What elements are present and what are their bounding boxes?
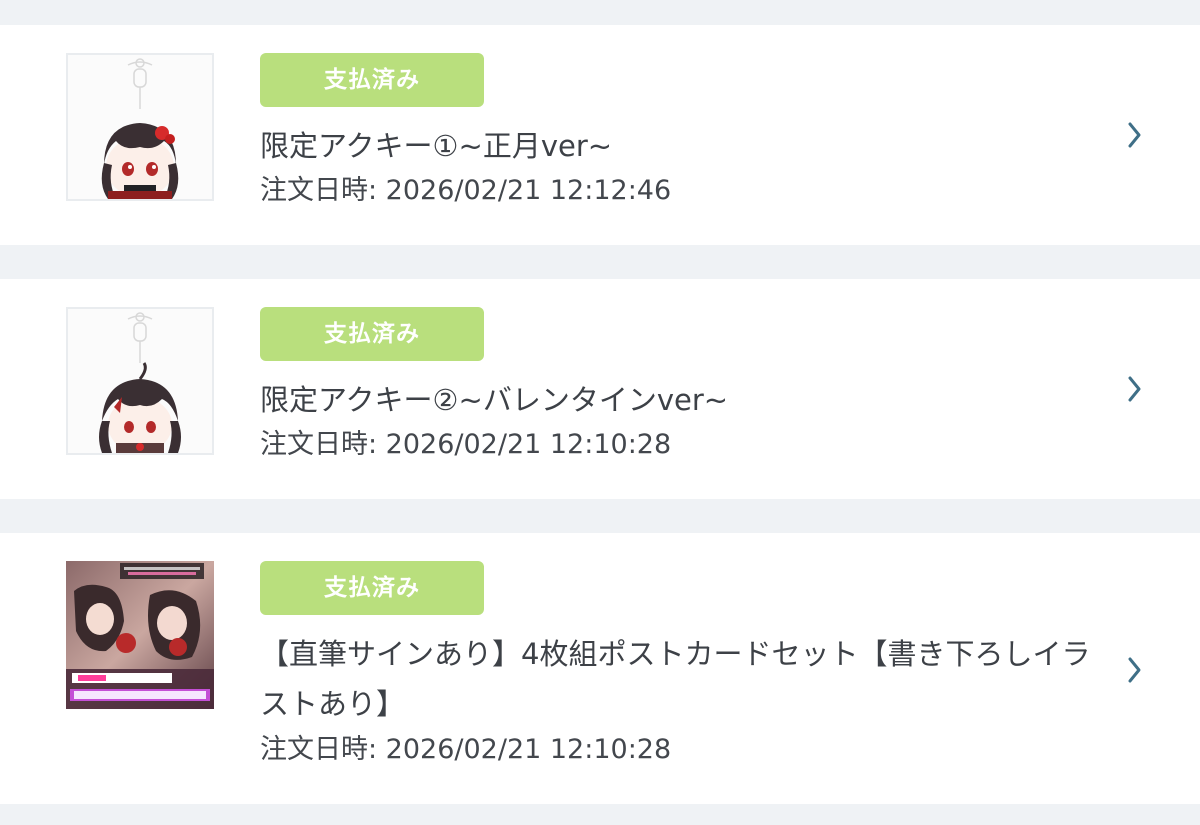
product-thumbnail bbox=[66, 561, 214, 709]
product-thumbnail bbox=[66, 307, 214, 455]
order-item[interactable]: 支払済み 【直筆サインあり】4枚組ポストカードセット【書き下ろしイラストあり】 … bbox=[0, 533, 1200, 804]
status-badge: 支払済み bbox=[260, 561, 484, 615]
status-badge: 支払済み bbox=[260, 307, 484, 361]
order-date: 注文日時: 2026/02/21 12:12:46 bbox=[260, 175, 672, 206]
order-date: 注文日時: 2026/02/21 12:10:28 bbox=[260, 429, 672, 460]
chevron-right-icon bbox=[1128, 657, 1141, 683]
chevron-right-icon bbox=[1128, 122, 1141, 148]
product-title: 限定アクキー②~バレンタインver~ bbox=[260, 383, 729, 417]
order-item[interactable]: 支払済み 限定アクキー②~バレンタインver~ 注文日時: 2026/02/21… bbox=[0, 279, 1200, 499]
status-badge: 支払済み bbox=[260, 53, 484, 107]
product-title: 【直筆サインあり】4枚組ポストカードセット【書き下ろしイラストあり】 bbox=[260, 637, 1091, 721]
order-item[interactable]: 支払済み 限定アクキー①~正月ver~ 注文日時: 2026/02/21 12:… bbox=[0, 25, 1200, 245]
order-date: 注文日時: 2026/02/21 12:10:28 bbox=[260, 734, 672, 765]
chevron-right-icon bbox=[1128, 376, 1141, 402]
product-title: 限定アクキー①~正月ver~ bbox=[260, 129, 613, 163]
product-thumbnail bbox=[66, 53, 214, 201]
